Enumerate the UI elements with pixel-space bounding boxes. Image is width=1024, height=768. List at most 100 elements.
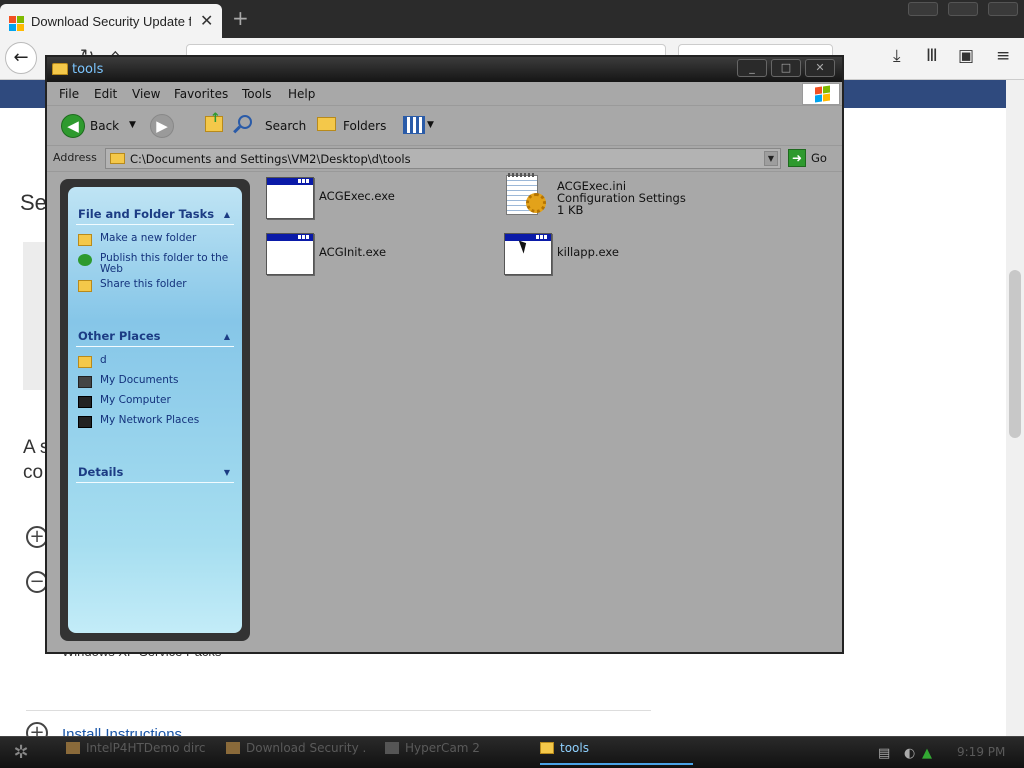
menu-icon[interactable]: ≡ bbox=[996, 46, 1010, 66]
place-label: d bbox=[100, 354, 107, 366]
file-name: ACGExec.exe bbox=[319, 189, 395, 203]
network-places-icon bbox=[78, 416, 92, 428]
task-divider bbox=[76, 224, 234, 225]
browser-tab-active[interactable]: Download Security Update for ✕ bbox=[0, 4, 222, 38]
browser-back-button[interactable]: ← bbox=[5, 42, 37, 74]
chevron-up-icon[interactable]: ▲ bbox=[224, 332, 230, 341]
explorer-titlebar[interactable]: tools _ □ ✕ bbox=[47, 57, 842, 82]
taskbar-item-label: IntelP4HTDemo dirc... bbox=[86, 741, 206, 755]
explorer-title: tools bbox=[72, 62, 104, 77]
task-pane-inner: File and Folder Tasks ▲ Make a new folde… bbox=[68, 187, 242, 633]
taskbar-clock[interactable]: 9:19 PM bbox=[957, 745, 1005, 759]
back-button[interactable]: Back bbox=[90, 119, 119, 133]
address-dropdown-icon[interactable]: ▼ bbox=[764, 151, 778, 166]
globe-icon bbox=[78, 254, 92, 266]
explorer-minimize-button[interactable]: _ bbox=[737, 59, 767, 77]
back-arrow-icon[interactable]: ◀ bbox=[61, 114, 85, 138]
place-label: My Network Places bbox=[100, 414, 200, 426]
close-tab-icon[interactable]: ✕ bbox=[200, 11, 213, 30]
keyboard-icon[interactable]: ▤ bbox=[878, 746, 890, 761]
taskbar-item-intelp4htdemo[interactable]: IntelP4HTDemo dirc... bbox=[66, 741, 206, 765]
taskbar-item-tools[interactable]: tools bbox=[540, 741, 693, 765]
file-name: ACGExec.ini Configuration Settings 1 KB bbox=[557, 180, 686, 216]
file-size: 1 KB bbox=[557, 203, 584, 217]
views-dropdown-icon[interactable]: ▼ bbox=[427, 120, 434, 130]
place-label: My Computer bbox=[100, 394, 171, 406]
menu-view[interactable]: View bbox=[132, 87, 160, 101]
explorer-close-button[interactable]: ✕ bbox=[805, 59, 835, 77]
menu-help[interactable]: Help bbox=[288, 87, 315, 101]
security-tray-icon[interactable]: ▲ bbox=[922, 746, 932, 761]
views-icon[interactable] bbox=[403, 116, 425, 134]
application-icon bbox=[266, 177, 314, 219]
application-icon bbox=[504, 233, 552, 275]
file-acgexec-ini[interactable]: ACGExec.ini Configuration Settings 1 KB bbox=[504, 173, 724, 225]
explorer-address-bar: Address C:\Documents and Settings\VM2\De… bbox=[47, 146, 842, 172]
address-path: C:\Documents and Settings\VM2\Desktop\d\… bbox=[130, 152, 411, 166]
scrollbar-thumb[interactable] bbox=[1009, 270, 1021, 438]
chevron-up-icon[interactable]: ▲ bbox=[224, 210, 230, 219]
library-icon[interactable]: Ⅲ bbox=[926, 46, 938, 66]
application-icon bbox=[266, 233, 314, 275]
page-scrollbar[interactable] bbox=[1006, 80, 1024, 736]
forward-arrow-icon[interactable]: ▶ bbox=[150, 114, 174, 138]
download-icon[interactable]: ⤓ bbox=[893, 46, 901, 66]
menu-tools[interactable]: Tools bbox=[242, 87, 272, 101]
menu-file[interactable]: File bbox=[59, 87, 79, 101]
my-documents-icon bbox=[78, 376, 92, 388]
page-paragraph-fragment-2: co bbox=[23, 462, 44, 483]
file-acgexec-exe[interactable]: ACGExec.exe bbox=[266, 177, 466, 223]
place-label: My Documents bbox=[100, 374, 179, 386]
task-label: Publish this folder to the Web bbox=[100, 252, 229, 275]
task-pane: File and Folder Tasks ▲ Make a new folde… bbox=[60, 179, 250, 641]
back-dropdown-icon[interactable]: ▼ bbox=[129, 120, 136, 130]
menu-edit[interactable]: Edit bbox=[94, 87, 117, 101]
task-label: Make a new folder bbox=[100, 232, 197, 244]
explorer-menubar: File Edit View Favorites Tools Help bbox=[47, 82, 842, 106]
other-places-heading[interactable]: Other Places bbox=[78, 329, 161, 343]
sidebar-icon[interactable]: ▣ bbox=[958, 46, 974, 66]
microsoft-logo-icon bbox=[9, 16, 24, 31]
folders-icon[interactable] bbox=[317, 117, 336, 131]
folder-icon bbox=[52, 63, 68, 75]
taskbar-item-label: tools bbox=[560, 741, 589, 755]
file-acginit-exe[interactable]: ACGInit.exe bbox=[266, 233, 466, 279]
taskbar-item-hypercam[interactable]: HyperCam 2 bbox=[385, 741, 515, 765]
task-label: Share this folder bbox=[100, 278, 187, 290]
taskbar-item-label: HyperCam 2 bbox=[405, 741, 480, 755]
hypercam-icon bbox=[385, 742, 399, 754]
file-folder-tasks-heading[interactable]: File and Folder Tasks bbox=[78, 207, 214, 221]
explorer-window: tools _ □ ✕ File Edit View Favorites Too… bbox=[45, 55, 844, 654]
details-heading[interactable]: Details bbox=[78, 465, 123, 479]
volume-icon[interactable]: ◐ bbox=[904, 746, 915, 761]
search-icon-handle bbox=[233, 125, 241, 134]
explorer-toolbar: ◀ Back ▼ ▶ ↑ Search Folders ▼ bbox=[47, 106, 842, 146]
folders-button[interactable]: Folders bbox=[343, 119, 386, 133]
task-divider bbox=[76, 482, 234, 483]
taskbar: ✲ IntelP4HTDemo dirc... Download Securit… bbox=[0, 736, 1024, 768]
chevron-down-icon[interactable]: ▼ bbox=[224, 468, 230, 477]
explorer-maximize-button[interactable]: □ bbox=[771, 59, 801, 77]
go-arrow-icon[interactable]: ➜ bbox=[788, 149, 806, 167]
go-button[interactable]: Go bbox=[811, 151, 827, 165]
start-button[interactable]: ✲ bbox=[6, 740, 36, 766]
address-folder-icon bbox=[110, 153, 125, 164]
search-button[interactable]: Search bbox=[265, 119, 306, 133]
new-tab-button[interactable]: + bbox=[232, 6, 249, 30]
file-killapp-exe[interactable]: killapp.exe bbox=[504, 233, 704, 279]
page-gray-panel bbox=[23, 242, 47, 390]
browser-maximize-button[interactable] bbox=[948, 2, 978, 16]
browser-close-button[interactable] bbox=[988, 2, 1018, 16]
task-divider bbox=[76, 346, 234, 347]
up-folder-icon[interactable]: ↑ bbox=[205, 111, 223, 132]
file-name: killapp.exe bbox=[557, 245, 619, 259]
app-icon bbox=[66, 742, 80, 754]
browser-minimize-button[interactable] bbox=[908, 2, 938, 16]
address-field[interactable]: C:\Documents and Settings\VM2\Desktop\d\… bbox=[105, 148, 781, 169]
menu-favorites[interactable]: Favorites bbox=[174, 87, 228, 101]
taskbar-item-download-security[interactable]: Download Security ... bbox=[226, 741, 366, 765]
app-icon bbox=[226, 742, 240, 754]
address-label: Address bbox=[53, 151, 97, 164]
share-folder-icon bbox=[78, 280, 92, 292]
new-folder-icon bbox=[78, 234, 92, 246]
